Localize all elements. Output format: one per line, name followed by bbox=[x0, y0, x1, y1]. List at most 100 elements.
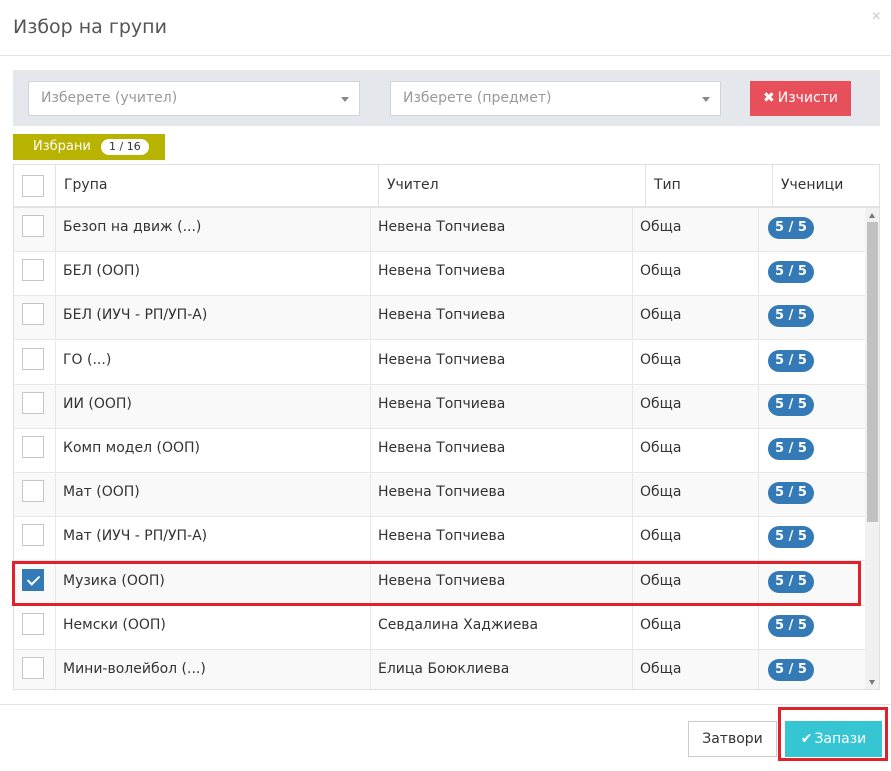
row-select-cell bbox=[14, 208, 56, 252]
row-select-cell bbox=[14, 384, 56, 429]
scrollbar-thumb[interactable] bbox=[867, 222, 878, 522]
cell-teacher: Невена Топчиева bbox=[371, 517, 633, 562]
row-checkbox[interactable] bbox=[22, 480, 44, 503]
dialog-title: Избор на групи bbox=[13, 16, 167, 38]
clear-button[interactable]: ✖ Изчисти bbox=[750, 81, 851, 116]
table-row[interactable]: Безоп на движ (...) Невена Топчиева Обща 5 … bbox=[14, 208, 865, 252]
column-header-teacher[interactable]: Учител bbox=[379, 165, 646, 206]
cell-teacher: Невена Топчиева bbox=[371, 340, 633, 385]
teacher-select[interactable]: Изберете (учител) bbox=[28, 81, 360, 116]
table-row[interactable]: БЕЛ (ИУЧ - РП/УП-А) Невена Топчиева Обща 5 … bbox=[14, 296, 865, 341]
students-count-badge: 5 / 5 bbox=[768, 349, 814, 372]
row-checkbox[interactable] bbox=[22, 391, 44, 414]
cell-type: Обща bbox=[633, 561, 759, 606]
cell-students: 5 / 5 bbox=[759, 429, 865, 473]
close-icon: ✖ bbox=[763, 90, 775, 106]
table-row[interactable]: БЕЛ (ООП) Невена Топчиева Обща 5 / 5 bbox=[14, 252, 865, 297]
cell-teacher: Невена Топчиева bbox=[371, 429, 633, 473]
close-button[interactable]: Затвори bbox=[688, 721, 777, 757]
tab-selected-label: Избрани bbox=[33, 139, 91, 154]
table-scrollbar[interactable] bbox=[865, 208, 879, 689]
check-icon: ✔ bbox=[800, 731, 813, 747]
students-count-badge: 5 / 5 bbox=[768, 570, 814, 593]
students-count-badge: 5 / 5 bbox=[768, 482, 814, 505]
table-body: Безоп на движ (...) Невена Топчиева Обща 5 … bbox=[14, 208, 865, 689]
row-checkbox[interactable] bbox=[22, 347, 44, 370]
cell-group: Мат (ООП) bbox=[56, 473, 371, 518]
header-select-cell bbox=[14, 165, 56, 206]
cell-students: 5 / 5 bbox=[759, 341, 865, 385]
row-checkbox[interactable] bbox=[22, 657, 44, 679]
row-select-cell bbox=[14, 429, 56, 473]
cell-teacher: Невена Топчиева bbox=[371, 384, 633, 429]
cell-type: Обща bbox=[633, 517, 759, 562]
subject-select-placeholder: Изберете (предмет) bbox=[403, 90, 552, 106]
cell-teacher: Невена Топчиева bbox=[371, 252, 633, 297]
row-checkbox[interactable] bbox=[22, 568, 44, 591]
cell-students: 5 / 5 bbox=[759, 517, 865, 561]
cell-type: Обща bbox=[633, 296, 759, 341]
row-select-cell bbox=[14, 252, 56, 297]
column-header-group[interactable]: Група bbox=[56, 165, 379, 206]
row-checkbox[interactable] bbox=[22, 436, 44, 458]
cell-students: 5 / 5 bbox=[759, 606, 865, 650]
table-row[interactable]: Мат (ООП) Невена Топчиева Обща 5 / 5 bbox=[14, 473, 865, 518]
row-checkbox[interactable] bbox=[22, 259, 44, 282]
table-row[interactable]: Мат (ИУЧ - РП/УП-А) Невена Топчиева Обща 5 … bbox=[14, 517, 865, 562]
row-checkbox[interactable] bbox=[22, 612, 44, 635]
select-all-checkbox[interactable] bbox=[22, 175, 44, 197]
students-count-badge: 5 / 5 bbox=[768, 393, 814, 416]
dialog-footer: Затвори ✔ Запази bbox=[0, 704, 891, 771]
table-row[interactable]: Мини-волейбол (...) Елица Боюклиева Обща 5 … bbox=[14, 650, 865, 689]
table-row[interactable]: Комп модел (ООП) Невена Топчиева Обща 5 / 5 bbox=[14, 429, 865, 473]
cell-teacher: Елица Боюклиева bbox=[371, 650, 633, 689]
cell-type: Обща bbox=[633, 429, 759, 473]
table-row[interactable]: Немски (ООП) Севдалина Хаджиева Обща 5 / 5 bbox=[14, 605, 865, 650]
cell-teacher: Невена Топчиева bbox=[371, 208, 633, 252]
cell-type: Обща bbox=[633, 208, 759, 252]
close-icon[interactable]: × bbox=[872, 8, 881, 26]
cell-students: 5 / 5 bbox=[759, 562, 865, 606]
chevron-down-icon bbox=[702, 97, 710, 102]
dialog-header: Избор на групи × bbox=[0, 0, 891, 56]
cell-students: 5 / 5 bbox=[759, 296, 865, 340]
row-checkbox[interactable] bbox=[22, 524, 44, 547]
subject-select[interactable]: Изберете (предмет) bbox=[390, 81, 721, 116]
students-count-badge: 5 / 5 bbox=[768, 305, 814, 328]
save-button-label: Запази bbox=[814, 731, 867, 747]
cell-group: Комп модел (ООП) bbox=[56, 429, 371, 473]
scroll-down-icon[interactable] bbox=[869, 680, 875, 685]
clear-button-label: Изчисти bbox=[777, 90, 838, 106]
column-header-type[interactable]: Тип bbox=[646, 165, 773, 206]
row-checkbox[interactable] bbox=[22, 303, 44, 326]
students-count-badge: 5 / 5 bbox=[768, 614, 814, 637]
students-count-badge: 5 / 5 bbox=[768, 261, 814, 284]
save-button[interactable]: ✔ Запази bbox=[785, 721, 882, 757]
table-header: Група Учител Тип Ученици bbox=[14, 165, 879, 208]
teacher-select-placeholder: Изберете (учител) bbox=[41, 90, 178, 106]
cell-group: БЕЛ (ООП) bbox=[56, 252, 371, 297]
table-row[interactable]: Музика (ООП) Невена Топчиева Обща 5 / 5 bbox=[14, 561, 865, 606]
row-select-cell bbox=[14, 473, 56, 518]
chevron-down-icon bbox=[341, 97, 349, 102]
scroll-up-icon[interactable] bbox=[869, 213, 875, 218]
students-count-badge: 5 / 5 bbox=[768, 526, 814, 549]
column-header-students[interactable]: Ученици bbox=[773, 165, 879, 206]
cell-teacher: Невена Топчиева bbox=[371, 473, 633, 518]
students-count-badge: 5 / 5 bbox=[768, 438, 814, 460]
row-checkbox[interactable] bbox=[22, 215, 44, 237]
tab-selected[interactable]: Избрани 1 / 16 bbox=[13, 134, 165, 160]
row-select-cell bbox=[14, 650, 56, 689]
cell-teacher: Севдалина Хаджиева bbox=[371, 605, 633, 650]
table-row[interactable]: ИИ (ООП) Невена Топчиева Обща 5 / 5 bbox=[14, 384, 865, 429]
cell-group: Мини-волейбол (...) bbox=[56, 650, 371, 689]
cell-type: Обща bbox=[633, 340, 759, 385]
cell-group: ГО (...) bbox=[56, 340, 371, 385]
students-count-badge: 5 / 5 bbox=[768, 659, 814, 681]
cell-type: Обща bbox=[633, 384, 759, 429]
cell-students: 5 / 5 bbox=[759, 385, 865, 429]
table-row[interactable]: ГО (...) Невена Топчиева Обща 5 / 5 bbox=[14, 340, 865, 385]
cell-teacher: Невена Топчиева bbox=[371, 296, 633, 341]
cell-group: ИИ (ООП) bbox=[56, 384, 371, 429]
cell-group: Немски (ООП) bbox=[56, 605, 371, 650]
